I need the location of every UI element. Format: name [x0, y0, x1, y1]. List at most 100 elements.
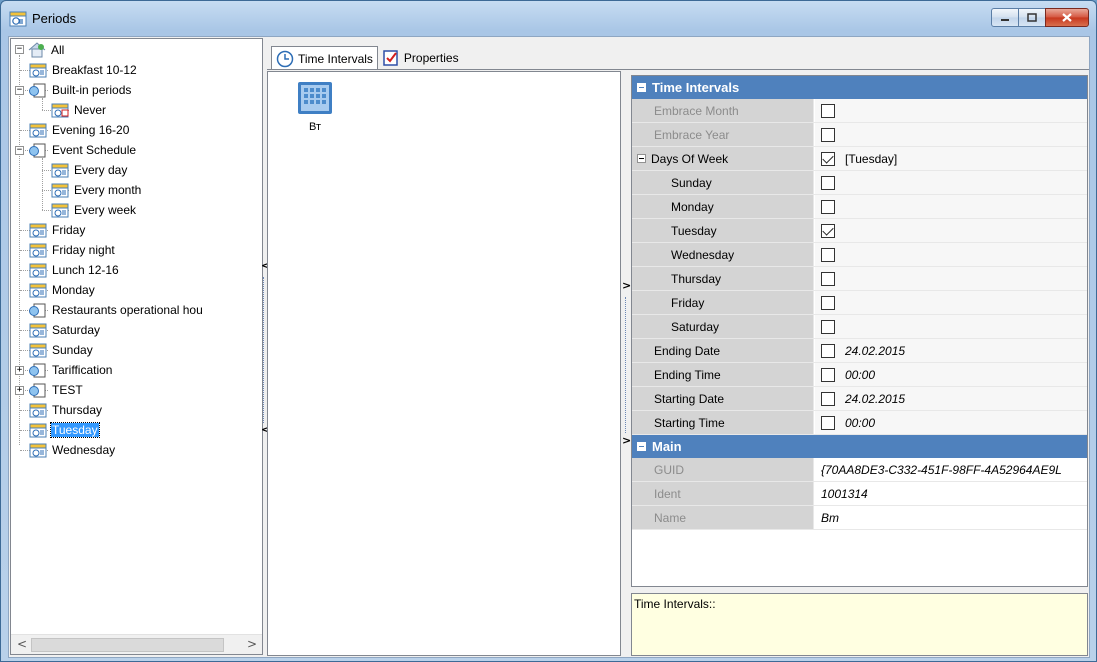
property-checkbox[interactable] — [821, 319, 835, 334]
category-time-intervals[interactable]: Time Intervals — [632, 76, 1087, 99]
tree-expander[interactable]: + — [15, 366, 24, 375]
tree-item[interactable]: Tariffication — [28, 360, 113, 380]
tree-root[interactable]: All — [27, 40, 65, 60]
tree-expander[interactable]: − — [15, 45, 24, 54]
property-value[interactable] — [815, 291, 1087, 314]
tree-item[interactable]: Monday — [28, 280, 96, 300]
periods-tree[interactable]: − All Breakfast 10-12 − Built-in periods Ne… — [10, 38, 263, 655]
property-value[interactable]: 1001314 — [815, 482, 1087, 505]
property-value[interactable] — [815, 171, 1087, 194]
property-checkbox[interactable] — [821, 247, 835, 262]
property-row[interactable]: Monday — [632, 195, 1087, 219]
property-checkbox[interactable] — [821, 391, 835, 406]
tree-expander[interactable]: + — [15, 386, 24, 395]
property-row[interactable]: Saturday — [632, 315, 1087, 339]
property-checkbox[interactable] — [821, 367, 835, 382]
property-checkbox[interactable] — [821, 127, 835, 142]
property-row[interactable]: Ending Date 24.02.2015 — [632, 339, 1087, 363]
tree-item[interactable]: Every month — [50, 180, 142, 200]
property-checkbox[interactable] — [821, 151, 835, 166]
tree-item[interactable]: Saturday — [28, 320, 101, 340]
property-row[interactable]: Starting Date 24.02.2015 — [632, 387, 1087, 411]
splitter-grip[interactable] — [263, 277, 264, 423]
tree-item[interactable]: Evening 16-20 — [28, 120, 130, 140]
intervals-list[interactable]: Вт — [267, 71, 621, 656]
property-checkbox[interactable] — [821, 103, 835, 118]
tree-item[interactable]: Sunday — [28, 340, 94, 360]
property-row[interactable]: Ident 1001314 — [632, 482, 1087, 506]
property-value[interactable]: 24.02.2015 — [815, 339, 1087, 362]
property-row[interactable]: Thursday — [632, 267, 1087, 291]
tree-horizontal-scrollbar[interactable]: < > — [11, 634, 262, 654]
property-value[interactable] — [815, 219, 1087, 242]
tree-item[interactable]: Lunch 12-16 — [28, 260, 120, 280]
tree-item[interactable]: Restaurants operational hou — [28, 300, 204, 320]
clock-icon — [276, 50, 294, 67]
property-row[interactable]: Sunday — [632, 171, 1087, 195]
tree-expander[interactable]: − — [15, 86, 24, 95]
collapse-icon[interactable] — [637, 442, 646, 451]
property-row[interactable]: Embrace Month — [632, 99, 1087, 123]
property-value[interactable]: {70AA8DE3-C332-451F-98FF-4A52964AE9L — [815, 458, 1087, 481]
minimize-button[interactable] — [991, 8, 1019, 27]
property-checkbox[interactable] — [821, 175, 835, 190]
property-row[interactable]: Tuesday — [632, 219, 1087, 243]
close-button[interactable] — [1045, 8, 1089, 27]
property-value[interactable] — [815, 315, 1087, 338]
property-checkbox[interactable] — [821, 295, 835, 310]
tab-properties[interactable]: Properties — [378, 47, 463, 69]
category-main[interactable]: Main — [632, 435, 1087, 458]
property-value[interactable]: 24.02.2015 — [815, 387, 1087, 410]
property-value[interactable] — [815, 123, 1087, 146]
list-item[interactable]: Вт — [293, 80, 337, 133]
scroll-thumb[interactable] — [31, 638, 224, 652]
scroll-left-icon[interactable]: < — [17, 637, 27, 651]
expand-right-icon[interactable]: > — [622, 279, 631, 292]
property-checkbox[interactable] — [821, 223, 835, 238]
maximize-button[interactable] — [1018, 8, 1046, 27]
property-checkbox[interactable] — [821, 271, 835, 286]
tree-expander[interactable]: − — [15, 146, 24, 155]
property-value[interactable] — [815, 243, 1087, 266]
tree-guide-line — [42, 158, 43, 210]
tree-item[interactable]: TEST — [28, 380, 84, 400]
tree-item[interactable]: Built-in periods — [28, 80, 132, 100]
property-row[interactable]: Wednesday — [632, 243, 1087, 267]
tree-item[interactable]: Event Schedule — [28, 140, 137, 160]
tab-time-intervals[interactable]: Time Intervals — [271, 46, 378, 70]
property-value[interactable] — [815, 99, 1087, 122]
tree-item[interactable]: Never — [50, 100, 107, 120]
tree-item[interactable]: Thursday — [28, 400, 103, 420]
property-row[interactable]: Starting Time 00:00 — [632, 411, 1087, 435]
tree-item[interactable]: Friday night — [28, 240, 116, 260]
expand-right-icon[interactable]: > — [622, 434, 631, 447]
tree-item[interactable]: Every week — [50, 200, 137, 220]
property-row[interactable]: Embrace Year — [632, 123, 1087, 147]
title-bar[interactable]: Periods — [1, 1, 1096, 35]
tree-item[interactable]: Every day — [50, 160, 128, 180]
tab-divider — [267, 69, 1089, 70]
property-checkbox[interactable] — [821, 415, 835, 430]
tree-item[interactable]: Wednesday — [28, 440, 116, 460]
property-value[interactable]: 00:00 — [815, 363, 1087, 386]
tree-item[interactable]: Breakfast 10-12 — [28, 60, 138, 80]
tree-item[interactable]: Friday — [28, 220, 86, 240]
property-row[interactable]: Ending Time 00:00 — [632, 363, 1087, 387]
property-row[interactable]: GUID {70AA8DE3-C332-451F-98FF-4A52964AE9L — [632, 458, 1087, 482]
property-checkbox[interactable] — [821, 343, 835, 358]
tree-item[interactable]: Tuesday — [28, 420, 100, 440]
property-row[interactable]: Friday — [632, 291, 1087, 315]
property-value[interactable]: Вт — [815, 506, 1087, 529]
collapse-icon[interactable] — [637, 154, 646, 163]
splitter-grip[interactable] — [625, 297, 626, 433]
scroll-right-icon[interactable]: > — [247, 637, 257, 651]
property-value[interactable] — [815, 195, 1087, 218]
property-grid[interactable]: Time Intervals Embrace Month Embrace Year D… — [631, 75, 1088, 587]
property-value[interactable]: [Tuesday] — [815, 147, 1087, 170]
property-value[interactable]: 00:00 — [815, 411, 1087, 434]
collapse-icon[interactable] — [637, 83, 646, 92]
property-row[interactable]: Days Of Week [Tuesday] — [632, 147, 1087, 171]
property-checkbox[interactable] — [821, 199, 835, 214]
property-row[interactable]: Name Вт — [632, 506, 1087, 530]
property-value[interactable] — [815, 267, 1087, 290]
